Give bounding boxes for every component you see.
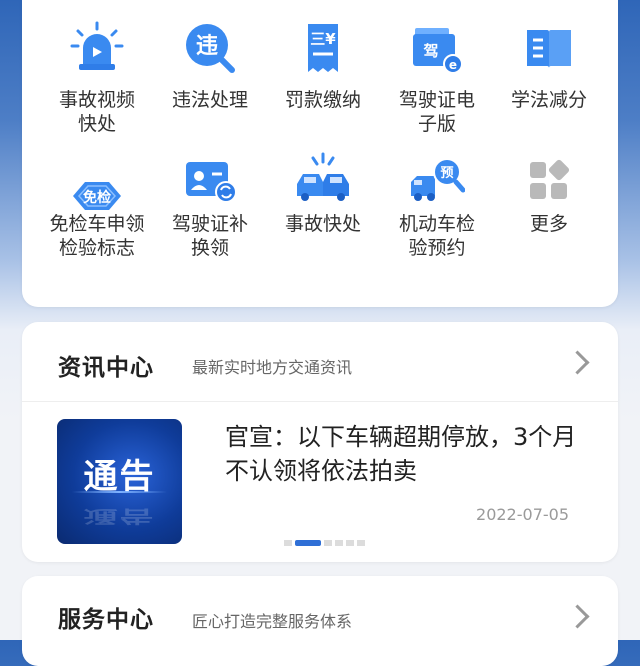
service-label: 驾驶证补 换领 [171, 213, 248, 259]
carousel-dot [335, 540, 343, 546]
carousel-dot [346, 540, 354, 546]
license-renew-icon [186, 162, 237, 203]
car-accident-icon [297, 152, 349, 201]
fine-receipt-icon: 三¥ [308, 24, 338, 72]
carousel-dot-active [295, 540, 321, 546]
news-section-title: 资讯中心 [58, 355, 154, 381]
service-license-renew[interactable]: 驾驶证补 换领 [152, 162, 268, 288]
service-study-law[interactable]: 学法减分 [491, 20, 607, 140]
service-label: 违法处理 [171, 89, 248, 111]
service-label: 机动车检 验预约 [398, 213, 475, 259]
carousel-dot [284, 540, 292, 546]
service-label: 免检车申领 检验标志 [49, 213, 145, 259]
service-section-title: 服务中心 [58, 607, 154, 633]
carousel-dot [357, 540, 365, 546]
svg-text:三¥: 三¥ [310, 30, 336, 48]
svg-text:e: e [449, 58, 457, 72]
service-quick-accident[interactable]: 事故快处 [265, 152, 381, 288]
service-label: 学法减分 [510, 89, 587, 111]
service-label: 更多 [529, 213, 568, 235]
service-more-chevron-icon[interactable] [565, 604, 590, 629]
carousel-dot [324, 540, 332, 546]
thumbnail-glow [72, 491, 167, 493]
svg-text:免检: 免检 [83, 189, 111, 206]
video-alert-icon [70, 21, 124, 70]
vehicle-booking-icon: 预 [411, 158, 465, 201]
book-icon [527, 30, 571, 68]
service-label: 罚款缴纳 [284, 89, 361, 111]
news-thumbnail[interactable]: 通告 通告 [57, 419, 182, 544]
service-label: 事故视频 快处 [58, 89, 135, 135]
service-vehicle-booking[interactable]: 预 机动车检 验预约 [379, 158, 495, 288]
e-license-icon: 驾 e [413, 28, 463, 74]
divider [22, 401, 618, 402]
news-article-title[interactable]: 官宣：以下车辆超期停放，3个月不认领将依法拍卖 [225, 420, 585, 488]
service-more[interactable]: 更多 [491, 159, 607, 288]
service-inspection-exempt[interactable]: 免检 免检车申领 检验标志 [39, 168, 155, 288]
services-grid-card: 事故视频 快处 违 违法处理 三¥ 罚款缴纳 驾 e 驾驶证电 子版 学法减分 … [22, 0, 618, 307]
news-more-chevron-icon[interactable] [565, 350, 590, 375]
violation-search-icon: 违 [186, 24, 235, 73]
service-accident-video[interactable]: 事故视频 快处 [39, 20, 155, 140]
service-section-subtitle: 匠心打造完整服务体系 [192, 612, 353, 631]
news-section-subtitle: 最新实时地方交通资讯 [192, 358, 353, 377]
service-e-license[interactable]: 驾 e 驾驶证电 子版 [379, 20, 495, 140]
svg-text:违: 违 [196, 33, 218, 59]
carousel-indicator [284, 540, 368, 546]
service-label: 驾驶证电 子版 [398, 89, 475, 135]
more-apps-icon [530, 159, 570, 199]
svg-text:驾: 驾 [423, 42, 438, 60]
service-center-card: 服务中心 匠心打造完整服务体系 [22, 576, 618, 666]
news-center-card: 资讯中心 最新实时地方交通资讯 通告 通告 官宣：以下车辆超期停放，3个月不认领… [22, 322, 618, 562]
news-article-date: 2022-07-05 [476, 505, 569, 524]
service-violation[interactable]: 违 违法处理 [152, 20, 268, 140]
thumbnail-reflection: 通告 [83, 505, 156, 526]
svg-text:预: 预 [440, 166, 453, 181]
service-label: 事故快处 [284, 213, 361, 235]
service-fine-payment[interactable]: 三¥ 罚款缴纳 [265, 20, 381, 140]
